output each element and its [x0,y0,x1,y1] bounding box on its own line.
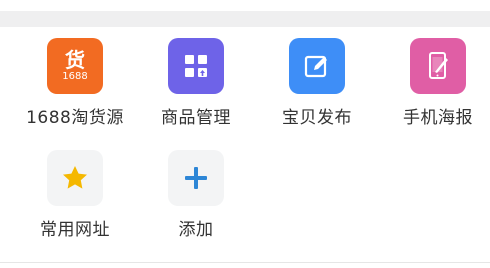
1688-glyph: 货 [64,48,85,72]
app-label-publish: 宝贝发布 [282,108,352,128]
app-label-1688: 1688淘货源 [26,108,124,128]
top-divider [0,0,490,27]
bottom-divider [0,262,490,263]
app-add[interactable]: 添加 [141,150,251,250]
app-label-favorite-sites: 常用网址 [40,220,110,240]
app-label-product-manage: 商品管理 [161,108,231,128]
app-publish[interactable]: 宝贝发布 [262,38,372,138]
mobile-poster-icon [410,38,466,94]
section-gap [0,11,490,27]
app-favorite-sites[interactable]: 常用网址 [20,150,130,250]
app-product-manage[interactable]: 商品管理 [141,38,251,138]
app-label-add: 添加 [178,220,214,240]
app-label-mobile-poster: 手机海报 [403,108,473,128]
1688-sub: 1688 [62,71,88,82]
app-grid: 货 1688 1688淘货源 商品管理 宝贝发布 手机海报 常用网址 添加 [0,38,490,258]
1688-source-icon: 货 1688 [47,38,103,94]
product-manage-icon [168,38,224,94]
app-mobile-poster[interactable]: 手机海报 [383,38,490,138]
app-1688-source[interactable]: 货 1688 1688淘货源 [20,38,130,138]
star-icon [47,150,103,206]
publish-icon [289,38,345,94]
add-icon [168,150,224,206]
